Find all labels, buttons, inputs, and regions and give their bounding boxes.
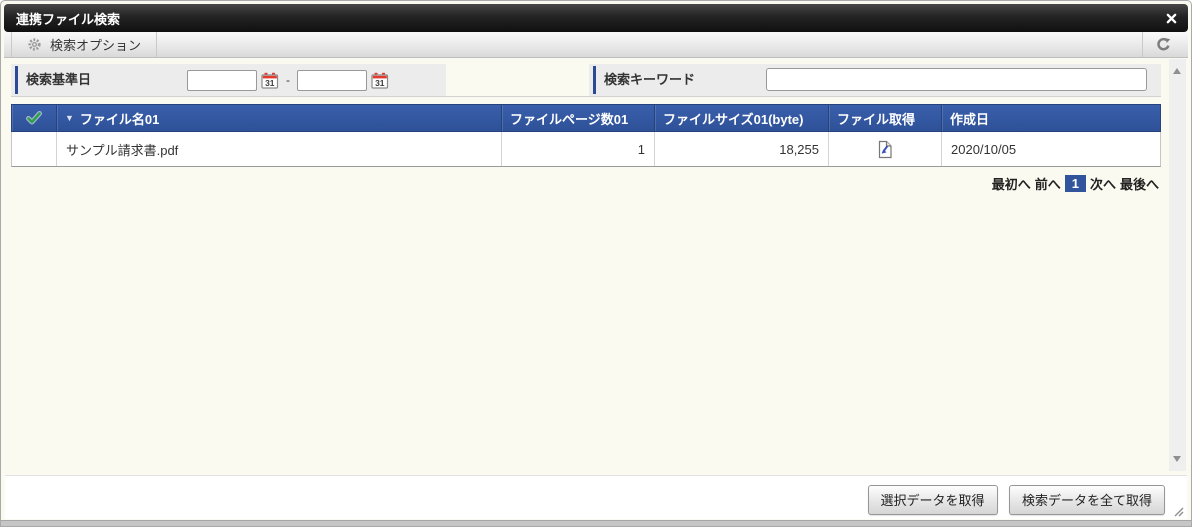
date-condition-block: 検索基準日 31 - 31	[11, 64, 446, 96]
sort-desc-icon: ▼	[65, 113, 74, 123]
calendar-icon[interactable]: 31	[261, 72, 279, 89]
row-created-date-cell: 2020/10/05	[951, 141, 1017, 157]
keyword-input[interactable]	[766, 68, 1147, 91]
accent-bar	[15, 66, 18, 94]
row-file-size-cell: 18,255	[655, 132, 829, 166]
get-selected-data-button[interactable]: 選択データを取得	[867, 485, 998, 515]
gear-icon	[27, 37, 42, 52]
pagination-prev[interactable]: 前へ	[1035, 174, 1061, 193]
resize-handle-icon[interactable]	[1173, 504, 1184, 517]
vertical-scrollbar[interactable]	[1169, 59, 1186, 471]
pagination-last[interactable]: 最後へ	[1120, 174, 1159, 193]
row-select-cell[interactable]	[12, 132, 57, 166]
row-file-name-cell: サンプル請求書.pdf	[57, 132, 502, 166]
pagination-next[interactable]: 次へ	[1090, 174, 1116, 193]
select-all-header-cell[interactable]	[12, 105, 57, 131]
check-icon	[26, 111, 42, 125]
dialog-titlebar[interactable]: 連携ファイル検索	[4, 4, 1188, 32]
dialog-title: 連携ファイル検索	[16, 11, 121, 27]
svg-text:31: 31	[265, 77, 275, 87]
row-file-get-cell	[829, 132, 942, 166]
pagination-current-page[interactable]: 1	[1064, 175, 1086, 192]
calendar-icon[interactable]: 31	[371, 72, 389, 89]
accent-bar	[593, 66, 596, 94]
column-header-created-date[interactable]: 作成日	[942, 105, 1160, 131]
keyword-condition-block: 検索キーワード	[589, 64, 1161, 96]
toolbar: 検索オプション	[4, 32, 1188, 58]
pagination: 最初へ 前へ 1 次へ 最後へ	[992, 174, 1159, 193]
scroll-up-icon[interactable]	[1173, 68, 1181, 74]
get-all-data-button[interactable]: 検索データを全て取得	[1008, 485, 1165, 515]
close-icon[interactable]	[1164, 11, 1178, 25]
search-options-label: 検索オプション	[50, 38, 142, 53]
column-header-file-get[interactable]: ファイル取得	[829, 105, 942, 131]
table-row[interactable]: サンプル請求書.pdf 1 18,255 2020/10/05	[11, 132, 1161, 167]
date-condition-label: 検索基準日	[26, 72, 92, 87]
row-page-count-cell: 1	[502, 132, 655, 166]
scroll-down-icon[interactable]	[1173, 456, 1181, 462]
svg-text:31: 31	[375, 77, 385, 87]
keyword-condition-label: 検索キーワード	[604, 72, 696, 87]
dialog-footer: 選択データを取得 検索データを全て取得	[5, 475, 1187, 519]
date-from-input[interactable]	[187, 69, 257, 91]
column-header-file-name[interactable]: ▼ ファイル名01	[57, 105, 502, 131]
linked-file-search-dialog: 連携ファイル検索 検索オプション 検索基準日 31 - 31 検索キーワード ▼…	[0, 0, 1192, 527]
pagination-first[interactable]: 最初へ	[992, 174, 1031, 193]
file-download-icon[interactable]	[877, 140, 893, 159]
search-options-button[interactable]: 検索オプション	[11, 32, 158, 57]
refresh-button[interactable]	[1142, 32, 1184, 57]
dialog-bottom-edge	[1, 520, 1191, 526]
refresh-icon	[1156, 37, 1171, 52]
date-to-input[interactable]	[297, 69, 367, 91]
date-fields: 31 - 31	[187, 64, 389, 96]
table-header-row: ▼ ファイル名01 ファイルページ数01 ファイルサイズ01(byte) ファイ…	[11, 104, 1161, 132]
date-range-separator: -	[286, 73, 290, 87]
search-conditions: 検索基準日 31 - 31 検索キーワード	[11, 64, 1161, 97]
column-header-page-count[interactable]: ファイルページ数01	[502, 105, 655, 131]
column-header-file-size[interactable]: ファイルサイズ01(byte)	[655, 105, 829, 131]
results-table: ▼ ファイル名01 ファイルページ数01 ファイルサイズ01(byte) ファイ…	[11, 104, 1161, 167]
